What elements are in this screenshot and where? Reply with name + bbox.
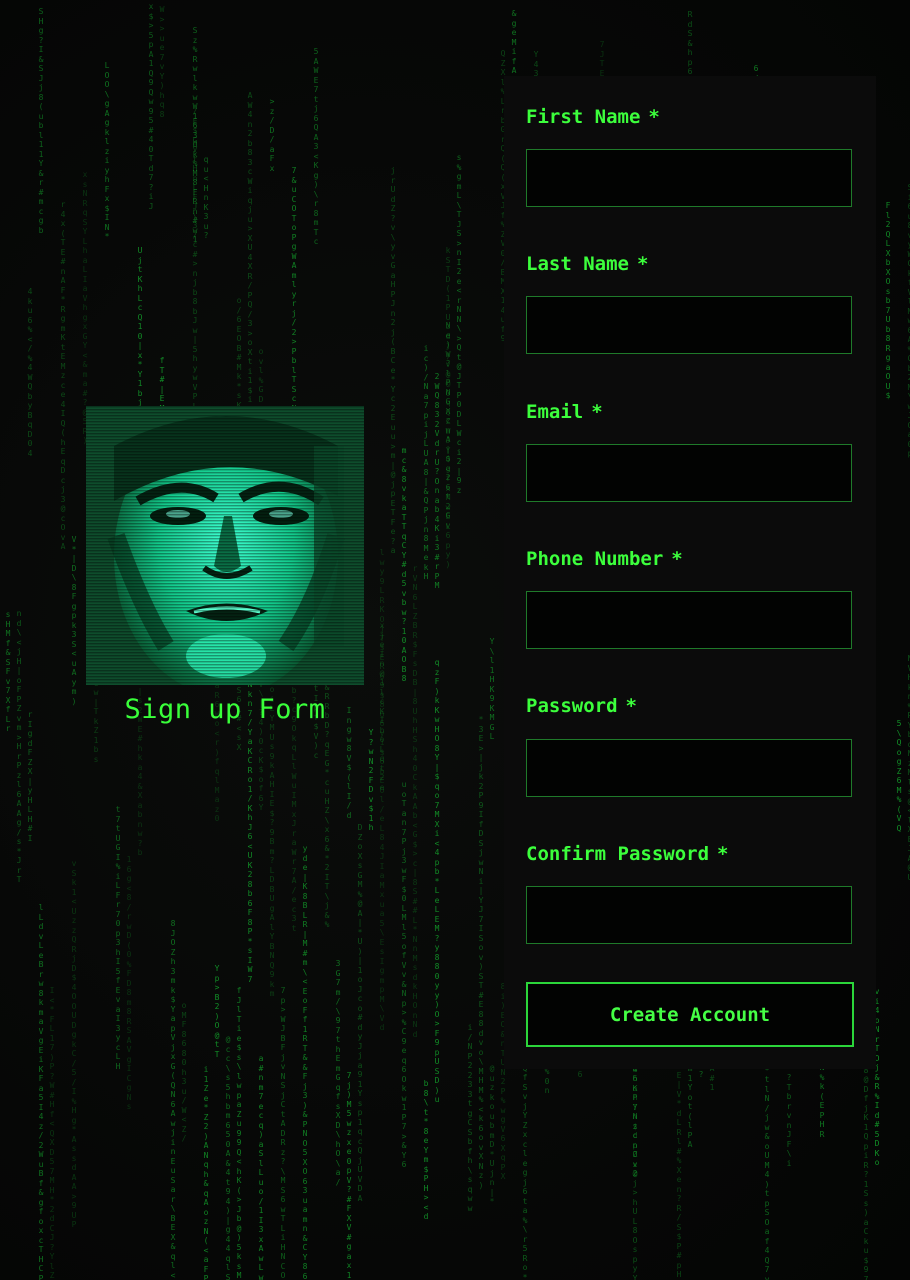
matrix-rain-column: Y p > B 2 ) O @ t T [214,964,220,1059]
matrix-rain-column: l w y 9 L R K O j T $ E R 6 9 $ 8 6 6 y … [379,548,385,1032]
matrix-rain-column: i / N P 2 2 3 3 t g C S b f h \ s q w w [467,1023,473,1213]
matrix-rain-column: * 3 E > | j k 2 P 9 I f D S j w N i | Y … [478,715,484,1190]
matrix-rain-column: b 8 \ t * 8 e Y m $ P H > < d [423,1079,429,1221]
password-input[interactable] [526,739,852,797]
matrix-rain-column: 5 \ Q o g Z 6 M % ( V Q [896,719,902,833]
phone-number-input[interactable] [526,591,852,649]
matrix-rain-column: i c ) / N a 7 p i j L U A 8 | & Q P j n … [423,344,429,581]
first-name-label: First Name * [526,106,660,128]
matrix-rain-column: S i 6 u 8 v y W G k f V l M w 6 A % G b … [907,183,910,458]
avatar-face-icon [86,406,364,685]
matrix-rain-column: q u < H n K 3 u ? [203,155,209,240]
matrix-rain-column: x j e I n @ 1 l c K I b o L q t 2 e [379,621,385,792]
matrix-rain-column: o M F 8 6 8 0 h 3 u / W < Z / [181,1001,187,1143]
matrix-rain-column: @ u z k o u b m D * U j n | * [489,1064,495,1206]
matrix-rain-column: @ c c \ s 5 h b m 6 5 0 A & 4 t 9 4 ) | … [225,1035,231,1280]
required-mark: * [591,401,603,423]
matrix-rain-column: 5 A W E 7 t j 6 Q A 3 < K g ) \ r 8 m T … [313,47,319,246]
email-label: Email * [526,401,603,423]
confirm-password-label: Confirm Password * [526,843,728,865]
matrix-rain-column: a # n m 7 e c q ) a S l L u o / 1 I 3 x … [258,1054,264,1280]
matrix-rain-column: j r U d Z ? v \ y v G a H P J n 2 j ( B … [390,166,396,555]
matrix-rain-column: x $ > 5 p A 1 Q 9 Q w 9 5 # 4 0 T d 7 ? … [148,2,154,211]
matrix-rain-column: s % g m L \ T J S > n I 2 e < r N N \ > … [456,153,462,495]
phone-number-label: Phone Number * [526,548,683,570]
matrix-rain-column: k S T D ( 1 P U z d j ) v @ @ 0 q Q Z W … [445,246,451,569]
matrix-rain-column: r I g d F Z X | y H L H # I [27,710,33,843]
matrix-rain-column: f J l T i e $ s \ l w p a Z u 9 9 Q < h … [236,986,242,1280]
matrix-rain-column: n d \ < j H | o F P Z v m > H r P z l 6 … [16,609,22,884]
matrix-rain-column: I < * F L 1 7 ) P ? W # H f < Q X D 5 7 … [49,986,55,1280]
matrix-rain-column: i 1 Z e * Z 2 ) A N q h & q A o z N ( < … [203,1065,209,1280]
matrix-rain-column: r V N 6 L Z B R $ F s D B | 8 U h H S h … [412,564,418,1039]
matrix-rain-column: 1 6 g < 8 / r w D ( 0 % F D 8 m 8 R S A … [126,855,132,1111]
matrix-rain-column: Y ? w N 2 F D v $ 1 h [368,728,374,832]
matrix-rain-column: u o T a n 7 P j 3 w F $ 0 L M l 5 o f V … [401,780,407,1169]
matrix-rain-column: L O O \ g A g k l z i y h F x $ I N * [104,61,110,241]
required-mark: * [625,695,637,717]
password-label-text: Password [526,695,618,717]
last-name-input[interactable] [526,296,852,354]
required-mark: * [671,548,683,570]
avatar [86,406,364,685]
matrix-rain-column: S H g ? I & S J j 8 ( u b l 1 1 Y & r # … [38,7,44,235]
matrix-rain-column: N V H k n % R Y b q N z M l s @ < l X E … [907,654,910,882]
matrix-rain-column: q z F ) k K w H O 8 Y | $ q o 7 M X i < … [434,658,440,1104]
create-account-button[interactable]: Create Account [526,982,854,1047]
email-input[interactable] [526,444,852,502]
matrix-rain-column: @ * t l N / j w & o U M 4 ) t p S O a f … [764,1056,770,1280]
matrix-rain-column: V * | D \ 8 F g p k 3 S < u A y m ) [71,535,77,706]
matrix-rain-column: 7 p > W J B F j v N S j C t A D R z ? \ … [280,986,286,1280]
matrix-rain-column: D Z o X s G M % @ A | * U ) | 1 o J c o … [357,823,363,1203]
signup-form-panel: First Name * Last Name * Email * Phone Numb… [504,76,876,1069]
matrix-rain-column: N e ) W ? l P N G X c n A | $ g 2 6 t 2 … [445,321,451,530]
matrix-rain-column: v S k 1 < U z z Q R j D $ 4 O O U D g k … [71,859,77,1229]
matrix-rain-column: Y \ l 1 H K 9 K M G L [489,637,495,741]
matrix-rain-column: r 4 x ( T E # n A F * R g m K t E M z c … [60,200,66,551]
password-label: Password * [526,695,637,717]
form-title: Sign up Form [124,694,326,725]
phone-number-label-text: Phone Number [526,548,664,570]
matrix-rain-column: l L d v L e B r w 8 k m a V g E i K F a … [38,903,44,1280]
matrix-rain-column: 3 G 7 m / \ 9 7 t h E m G q f s X D \ h … [335,959,341,1187]
matrix-rain-column: s H M f & S F v 7 X f L r [5,610,11,733]
matrix-rain-column: 8 J O Z h 3 m k $ Y a p V j x G ( Q N 6 … [170,919,176,1280]
matrix-rain-column: W > > u e 7 v Y ) h q 8 [159,5,165,119]
required-mark: * [717,843,729,865]
matrix-rain-column: m c & 8 v k a T T q C Y # d 5 v b w ? 1 … [401,446,407,683]
matrix-rain-column: x s N R q S Y L h a L I a V h g x G Y < … [82,170,88,445]
required-mark: * [648,106,660,128]
last-name-label-text: Last Name [526,253,629,275]
matrix-rain-column: > z / D / a F x [269,97,275,173]
page-background: s H M f & S F v 7 X f L r n d \ < j H | … [0,0,910,1280]
matrix-rain-column: 2 W Q 8 3 2 V d r U ? O n a b 4 K i 3 # … [434,372,440,590]
confirm-password-input[interactable] [526,886,852,944]
email-label-text: Email [526,401,584,423]
confirm-password-label-text: Confirm Password [526,843,710,865]
matrix-rain-column: t 7 t U G I % i L F r 7 0 p 3 h I 5 f E … [115,805,121,1071]
last-name-label: Last Name * [526,253,648,275]
matrix-rain-column: ? T b r v n J F \ i [786,1073,792,1168]
matrix-rain-column: 8 F I D b ? c 9 O k q L l W u I M x J r … [291,648,297,933]
first-name-input[interactable] [526,149,852,207]
matrix-rain-column: 7 j ) M 5 w z x e 0 p V ? # F X V # g a … [346,1071,352,1280]
first-name-label-text: First Name [526,106,641,128]
required-mark: * [636,253,649,275]
matrix-rain-column: y d e | K 8 B L R | M # m \ < E o F f 1 … [302,844,308,1280]
matrix-rain-column: 4 k u 6 % < / % 4 W Q b y B q D 0 4 [27,287,33,458]
matrix-rain-column: S z % R w l k w W 1 6 3 0 k % M 8 F R n … [192,26,198,244]
matrix-rain-column: F l 2 Q L X b X O s b 7 U b 8 R g a O U … [885,201,891,400]
